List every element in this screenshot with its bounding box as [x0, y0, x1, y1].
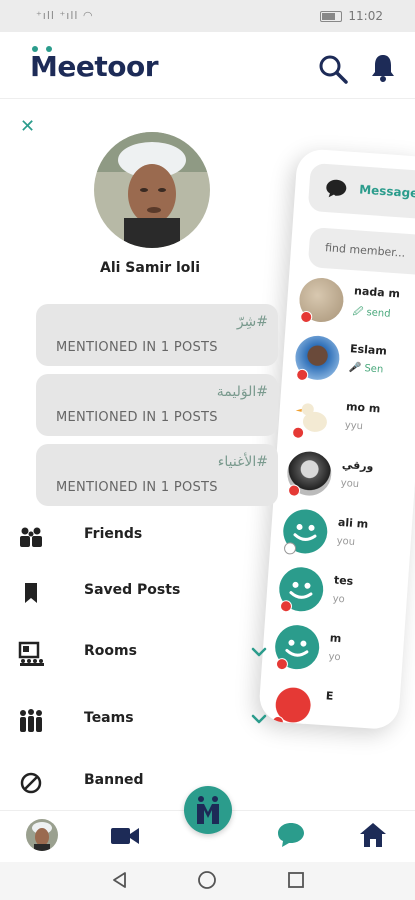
chat-name: E	[325, 689, 334, 703]
logo-m: M	[30, 46, 58, 83]
battery-icon	[320, 10, 343, 22]
meetoor-logo-icon	[197, 796, 219, 824]
hashtag-name: #الوَليمة	[216, 384, 268, 400]
chat-preview: you	[336, 535, 356, 548]
menu-label-rooms: Rooms	[84, 643, 137, 659]
status-bar: ⁺ıll ⁺ıll ◠ 11:02	[0, 0, 415, 32]
profile-avatar[interactable]	[94, 132, 210, 248]
chat-preview: you	[340, 477, 360, 491]
search-icon[interactable]	[318, 54, 348, 84]
chevron-down-icon[interactable]	[250, 710, 268, 728]
menu-item-banned[interactable]: Banned	[0, 762, 300, 802]
menu-label-teams: Teams	[84, 710, 134, 726]
home-circle-icon[interactable]	[197, 870, 217, 890]
chat-name: Eslam	[349, 342, 388, 358]
side-drawer: ✕ Ali Samir loli #شِرّ MENTIONED IN 1 PO…	[0, 98, 300, 810]
back-icon[interactable]	[110, 870, 130, 890]
menu-item-friends[interactable]: Friends	[0, 516, 300, 556]
hashtag-card[interactable]: #شِرّ MENTIONED IN 1 POSTS	[36, 304, 278, 366]
menu-label-saved-posts: Saved Posts	[84, 582, 181, 598]
bell-icon[interactable]	[370, 52, 396, 82]
chat-preview: yo	[328, 651, 341, 664]
profile-name: Ali Samir loli	[99, 260, 201, 276]
home-icon[interactable]	[358, 821, 388, 849]
bookmark-icon	[25, 583, 37, 603]
menu-label-banned: Banned	[84, 772, 144, 788]
hashtag-mention-count: MENTIONED IN 1 POSTS	[56, 410, 218, 425]
recents-icon[interactable]	[286, 870, 306, 890]
friends-icon	[20, 527, 42, 547]
tab-messages-label: Messages	[358, 182, 415, 201]
clock: 11:02	[348, 9, 383, 23]
chat-preview: yo	[332, 593, 346, 606]
chat-bubble-icon	[326, 179, 347, 198]
offline-status-dot	[299, 310, 313, 324]
menu-item-rooms[interactable]: Rooms	[0, 633, 300, 673]
chat-name: mo m	[345, 399, 381, 416]
nav-profile-avatar[interactable]	[26, 819, 58, 851]
app-logo: Meetoor	[30, 46, 159, 83]
app-header: Meetoor	[0, 32, 415, 99]
chat-preview: 🎤 Sen	[348, 362, 384, 376]
teams-icon	[20, 709, 42, 732]
tab-messages[interactable]: Messages	[307, 162, 415, 221]
meetoor-fab-button[interactable]	[184, 786, 232, 834]
hashtag-card[interactable]: #الوَليمة MENTIONED IN 1 POSTS	[36, 374, 278, 436]
system-navigation-bar	[0, 862, 415, 900]
menu-label-friends: Friends	[84, 526, 143, 542]
chat-preview: yyu	[344, 419, 364, 433]
video-camera-icon[interactable]	[110, 825, 140, 847]
menu-item-saved-posts[interactable]: Saved Posts	[0, 572, 300, 612]
chat-name: ali m	[337, 515, 369, 531]
hashtag-name: #الأغنياء	[217, 454, 268, 470]
logo-text: eetoor	[57, 50, 159, 83]
chat-name: ورقي	[341, 457, 374, 474]
chat-name: tes	[333, 573, 354, 588]
chat-name: nada m	[353, 284, 401, 301]
member-search-placeholder: find member...	[324, 241, 406, 260]
hashtag-card[interactable]: #الأغنياء MENTIONED IN 1 POSTS	[36, 444, 278, 506]
chat-preview: 🖉 send	[352, 306, 391, 320]
hashtag-mention-count: MENTIONED IN 1 POSTS	[56, 340, 218, 355]
hashtag-name: #شِرّ	[236, 314, 268, 330]
chevron-down-icon[interactable]	[250, 643, 268, 661]
signal-indicators: ⁺ıll ⁺ıll ◠	[36, 9, 94, 22]
member-search-input[interactable]: find member...	[307, 227, 415, 277]
chat-name: m	[329, 631, 342, 646]
menu-item-teams[interactable]: Teams	[0, 700, 300, 740]
banned-icon	[20, 772, 42, 794]
chat-icon[interactable]	[276, 821, 306, 849]
rooms-icon	[18, 641, 44, 666]
hashtag-mention-count: MENTIONED IN 1 POSTS	[56, 480, 218, 495]
close-icon[interactable]: ✕	[20, 116, 35, 137]
status-right: 11:02	[320, 9, 383, 23]
